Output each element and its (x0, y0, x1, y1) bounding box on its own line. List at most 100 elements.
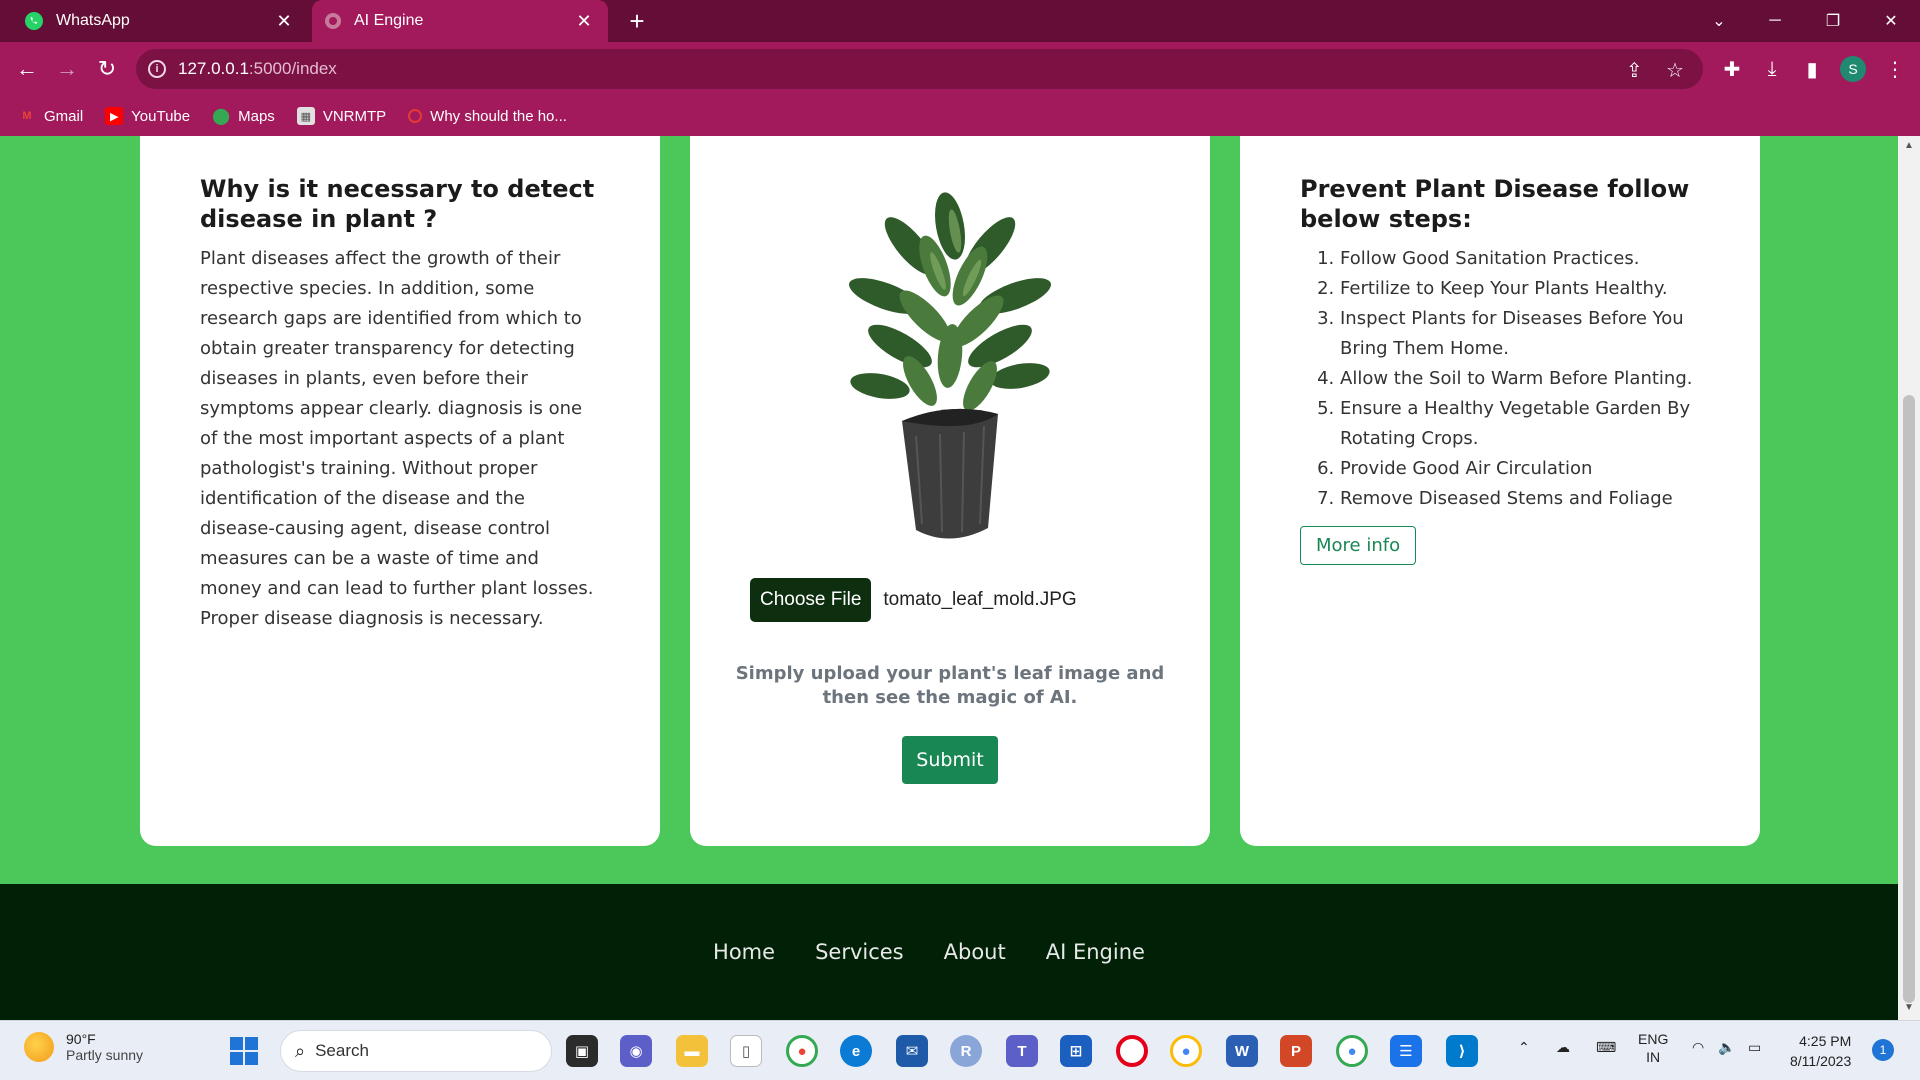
show-hidden-icons-icon[interactable]: ⌃ (1518, 1039, 1530, 1056)
chrome-profile-j-icon[interactable]: ● (1170, 1035, 1202, 1067)
weather-widget[interactable]: 90°F Partly sunny (24, 1031, 143, 1063)
powerpoint-icon[interactable]: P (1280, 1035, 1312, 1067)
footer-nav: Home Services About AI Engine (0, 884, 1898, 1020)
r-app-icon[interactable]: R (950, 1035, 982, 1067)
opera-icon[interactable] (1116, 1035, 1148, 1067)
wifi-icon[interactable]: ◠ (1692, 1039, 1704, 1056)
menu-icon[interactable]: ⋮ (1880, 54, 1910, 84)
footer-link-home[interactable]: Home (713, 940, 775, 964)
share-icon[interactable]: ⇪ (1626, 58, 1643, 83)
list-item: Ensure a Healthy Vegetable Garden By Rot… (1340, 394, 1720, 454)
opera-icon (408, 109, 423, 123)
edge-icon[interactable]: e (840, 1035, 872, 1067)
taskbar: 90°F Partly sunny ⌕ Search ▣ ◉ ▬ ▯ ● e ✉… (0, 1020, 1920, 1080)
list-item: Follow Good Sanitation Practices. (1340, 244, 1720, 274)
url-host: 127.0.0.1 (178, 59, 249, 78)
notepad-file-icon[interactable]: ▯ (730, 1035, 762, 1067)
windows-logo-tile (245, 1037, 258, 1050)
bookmark-youtube[interactable]: ▶ YouTube (105, 107, 190, 125)
language-indicator[interactable]: ENG IN (1638, 1030, 1668, 1066)
chrome-profile-s-icon[interactable]: ● (1336, 1035, 1368, 1067)
teams-icon[interactable]: T (1006, 1035, 1038, 1067)
close-window-button[interactable]: ✕ (1868, 0, 1914, 42)
url-path: :5000/index (248, 59, 337, 78)
file-explorer-icon[interactable]: ▬ (676, 1035, 708, 1067)
weather-temp: 90°F (66, 1031, 96, 1047)
battery-icon[interactable]: ▭ (1748, 1039, 1761, 1056)
profile-avatar[interactable]: S (1840, 56, 1866, 82)
tab-whatsapp[interactable]: WhatsApp ✕ (12, 0, 308, 42)
scrollbar-thumb[interactable] (1903, 395, 1915, 1003)
close-tab-icon[interactable]: ✕ (274, 11, 294, 31)
upload-hint: Simply upload your plant's leaf image an… (735, 663, 1165, 708)
clock[interactable]: 4:25 PM 8/11/2023 (1790, 1031, 1851, 1071)
bookmark-star-icon[interactable]: ☆ (1666, 58, 1684, 83)
chrome-icon[interactable]: ● (786, 1035, 818, 1067)
file-upload: Choose File tomato_leaf_mold.JPG (750, 578, 1150, 622)
forward-button[interactable]: → (52, 54, 82, 84)
restore-button[interactable]: ❐ (1810, 0, 1856, 42)
gmail-icon: M (22, 110, 32, 122)
windows-logo-tile (245, 1052, 258, 1065)
more-info-button[interactable]: More info (1300, 526, 1417, 565)
task-view-icon[interactable]: ▣ (566, 1035, 598, 1067)
footer-link-about[interactable]: About (944, 940, 1006, 964)
back-button[interactable]: ← (12, 54, 42, 84)
tab-strip: WhatsApp ✕ AI Engine ✕ + ⌄ ─ ❐ ✕ (0, 0, 1920, 42)
side-panel-icon[interactable]: ▮ (1797, 54, 1827, 84)
bookmark-vnrmtp[interactable]: ▦ VNRMTP (296, 107, 387, 125)
language-code: ENG (1638, 1031, 1669, 1047)
site-info-icon[interactable]: i (148, 60, 166, 78)
keyboard-icon[interactable]: ⌨ (1596, 1039, 1616, 1056)
windows-logo-tile (230, 1037, 243, 1050)
close-tab-icon[interactable]: ✕ (574, 11, 594, 31)
submit-button[interactable]: Submit (902, 736, 998, 784)
bookmark-article[interactable]: Why should the ho... (408, 108, 567, 125)
notification-badge[interactable]: 1 (1872, 1039, 1894, 1061)
whatsapp-icon (25, 12, 43, 30)
list-item: Allow the Soil to Warm Before Planting. (1340, 364, 1720, 394)
page-content: Why is it necessary to detect disease in… (0, 136, 1898, 1020)
vnrmtp-icon: ▦ (296, 107, 315, 125)
taskbar-search[interactable]: ⌕ Search (280, 1030, 552, 1072)
address-bar[interactable]: i 127.0.0.1:5000/index ⇪ ☆ (136, 49, 1703, 89)
bookmark-gmail[interactable]: M Gmail (18, 107, 83, 125)
start-button[interactable] (230, 1037, 258, 1065)
new-tab-button[interactable]: + (622, 6, 652, 36)
list-item: Fertilize to Keep Your Plants Healthy. (1340, 274, 1720, 304)
footer-link-ai-engine[interactable]: AI Engine (1046, 940, 1145, 964)
card-body: Plant diseases affect the growth of thei… (200, 248, 594, 629)
scroll-down-icon[interactable]: ▼ (1904, 1002, 1914, 1013)
scroll-up-icon[interactable]: ▲ (1904, 140, 1914, 151)
bookmark-label: Gmail (44, 107, 84, 125)
minimize-button[interactable]: ─ (1752, 0, 1798, 42)
notepad-icon[interactable]: ☰ (1390, 1035, 1422, 1067)
store-icon[interactable]: ⊞ (1060, 1035, 1092, 1067)
onedrive-icon[interactable]: ☁ (1556, 1039, 1570, 1056)
download-icon[interactable]: ⤓ (1757, 54, 1787, 84)
vscode-icon[interactable]: ⟩ (1446, 1035, 1478, 1067)
steps-list: Follow Good Sanitation Practices. Fertil… (1300, 244, 1720, 514)
mail-icon[interactable]: ✉ (896, 1035, 928, 1067)
footer-link-services[interactable]: Services (815, 940, 904, 964)
browser-toolbar: ← → ↻ i 127.0.0.1:5000/index ⇪ ☆ ✚ ⤓ ▮ S… (0, 42, 1920, 96)
plant-image (849, 192, 1051, 539)
tab-ai-engine[interactable]: AI Engine ✕ (312, 0, 608, 42)
region-code: IN (1646, 1049, 1661, 1065)
volume-icon[interactable]: 🔈 (1718, 1039, 1735, 1056)
bookmark-label: VNRMTP (322, 107, 387, 125)
card-heading: Prevent Plant Disease follow below steps… (1300, 175, 1690, 233)
word-icon[interactable]: W (1226, 1035, 1258, 1067)
tab-search-icon[interactable]: ⌄ (1696, 0, 1742, 42)
windows-logo-tile (230, 1052, 243, 1065)
clock-time: 4:25 PM (1799, 1033, 1852, 1049)
choose-file-button[interactable]: Choose File (750, 578, 872, 622)
bookmarks-bar: M Gmail ▶ YouTube ⬤ Maps ▦ VNRMTP Why sh… (0, 96, 1920, 136)
extensions-icon[interactable]: ✚ (1717, 54, 1747, 84)
teams-chat-icon[interactable]: ◉ (620, 1035, 652, 1067)
card-heading: Why is it necessary to detect disease in… (200, 175, 595, 233)
reload-button[interactable]: ↻ (92, 54, 122, 84)
bookmark-maps[interactable]: ⬤ Maps (212, 107, 275, 126)
bookmark-label: Why should the ho... (430, 107, 567, 125)
weather-desc: Partly sunny (66, 1047, 144, 1063)
